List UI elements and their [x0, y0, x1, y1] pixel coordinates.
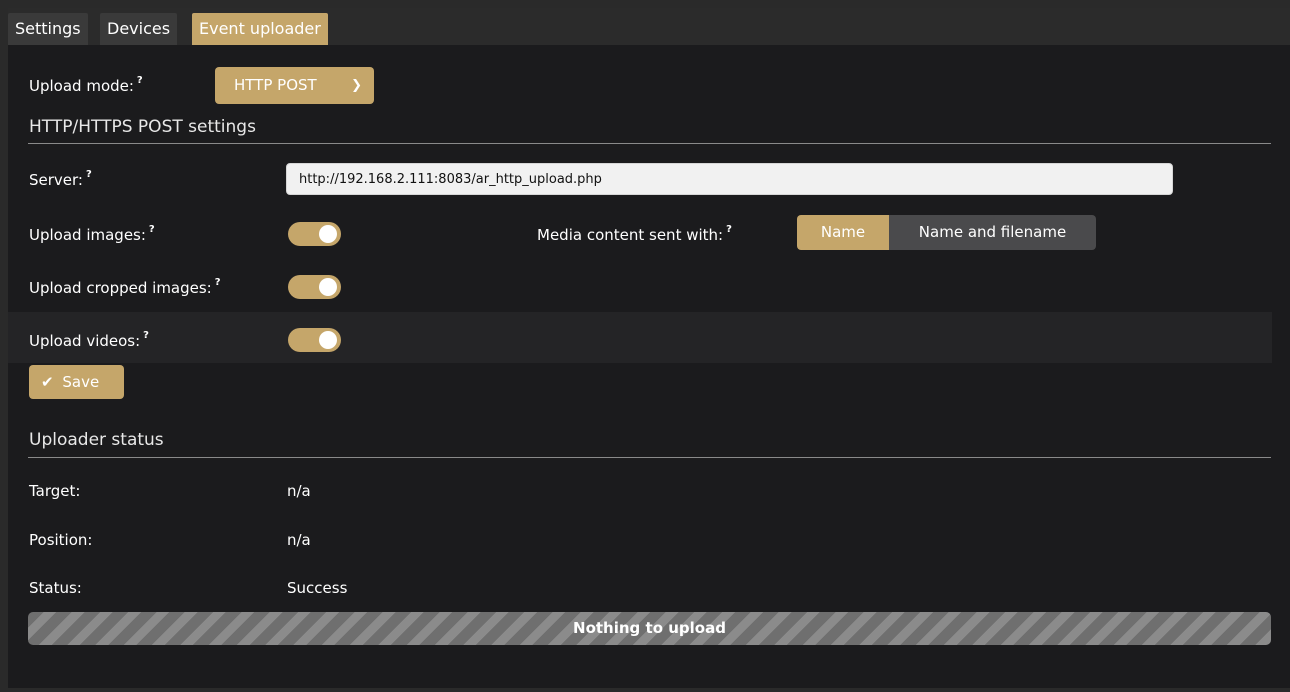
target-value: n/a	[287, 482, 311, 500]
upload-cropped-label: Upload cropped images:?	[29, 277, 221, 297]
highlighted-row	[8, 312, 1272, 363]
help-icon[interactable]: ?	[726, 224, 732, 235]
upload-images-toggle[interactable]	[288, 222, 341, 246]
status-value: Success	[287, 579, 348, 597]
help-icon[interactable]: ?	[149, 224, 155, 235]
save-label: Save	[62, 373, 100, 391]
section-divider	[28, 143, 1271, 144]
toggle-knob	[319, 331, 337, 349]
tab-settings[interactable]: Settings	[8, 13, 88, 45]
target-label: Target:	[29, 482, 81, 500]
tab-bar: Settings Devices Event uploader	[8, 8, 1290, 45]
tab-event-uploader[interactable]: Event uploader	[192, 13, 328, 45]
upload-images-label: Upload images:?	[29, 224, 155, 244]
post-settings-title: HTTP/HTTPS POST settings	[29, 117, 256, 137]
upload-mode-label-text: Upload mode:	[29, 77, 134, 95]
upload-cropped-label-text: Upload cropped images:	[29, 279, 212, 297]
save-button[interactable]: ✔ Save	[29, 365, 124, 399]
server-label-text: Server:	[29, 171, 83, 189]
upload-cropped-toggle[interactable]	[288, 275, 341, 299]
server-url-input[interactable]	[286, 163, 1173, 195]
help-icon[interactable]: ?	[215, 277, 221, 288]
upload-progress-bar: Nothing to upload	[28, 612, 1271, 645]
help-icon[interactable]: ?	[143, 330, 149, 341]
event-uploader-panel: Upload mode:? HTTP POST ❯ HTTP/HTTPS POS…	[8, 45, 1290, 688]
status-label: Status:	[29, 579, 82, 597]
help-icon[interactable]: ?	[137, 75, 143, 86]
upload-mode-select[interactable]: HTTP POST ❯	[215, 67, 374, 104]
help-icon[interactable]: ?	[86, 169, 92, 180]
upload-mode-label: Upload mode:?	[29, 75, 143, 95]
server-label: Server:?	[29, 169, 92, 189]
tab-devices[interactable]: Devices	[100, 13, 178, 45]
upload-images-label-text: Upload images:	[29, 226, 146, 244]
media-option-name-and-filename[interactable]: Name and filename	[889, 215, 1096, 250]
section-divider	[28, 457, 1271, 458]
upload-videos-toggle[interactable]	[288, 328, 341, 352]
chevron-down-icon: ❯	[351, 78, 362, 93]
checkmark-icon: ✔	[41, 373, 54, 391]
media-content-label: Media content sent with:?	[537, 224, 732, 244]
toggle-knob	[319, 225, 337, 243]
media-option-name[interactable]: Name	[797, 215, 889, 250]
upload-mode-value: HTTP POST	[234, 76, 317, 94]
upload-videos-label-text: Upload videos:	[29, 332, 141, 350]
position-value: n/a	[287, 531, 311, 549]
upload-videos-label: Upload videos:?	[29, 330, 149, 350]
toggle-knob	[319, 278, 337, 296]
uploader-status-title: Uploader status	[29, 430, 164, 450]
media-content-label-text: Media content sent with:	[537, 226, 724, 244]
progress-text: Nothing to upload	[573, 619, 726, 637]
position-label: Position:	[29, 531, 93, 549]
